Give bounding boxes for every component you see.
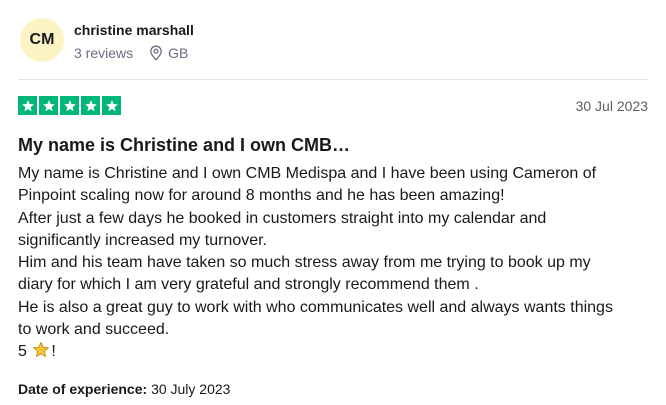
review-body-line: to work and succeed. [18, 321, 170, 339]
reviews-count: 3 reviews [74, 45, 134, 61]
review-body-line: diary for which I am very grateful and s… [18, 276, 479, 294]
star-icon [102, 96, 121, 115]
star-emoji-icon [32, 341, 50, 366]
reviewer-name[interactable]: christine marshall [74, 21, 194, 39]
experience-date: 30 July 2023 [151, 381, 231, 397]
divider [18, 79, 648, 80]
location-pin-icon [149, 45, 163, 61]
reviewer-country: GB [168, 45, 189, 61]
reviewer-meta: 3 reviews GB [74, 44, 194, 62]
review-date: 30 Jul 2023 [575, 98, 648, 114]
star-icon [81, 96, 100, 115]
review-body-line: significantly increased my turnover. [18, 231, 267, 249]
review-body: My name is Christine and I own CMB Medis… [18, 163, 648, 367]
review-closing-line: 5 ! [18, 341, 648, 366]
star-icon [39, 96, 58, 115]
review-body-line: Pinpoint scaling now for around 8 months… [18, 187, 505, 205]
star-rating [18, 96, 121, 115]
star-icon [18, 96, 37, 115]
review-body-line: Him and his team have taken so much stre… [18, 254, 591, 272]
closing-exclaim: ! [51, 343, 56, 361]
experience-label: Date of experience: [18, 381, 148, 397]
review-body-line: He is also a great guy to work with who … [18, 298, 613, 316]
review-body-line: My name is Christine and I own CMB Medis… [18, 165, 597, 182]
reviewer-header[interactable]: CM christine marshall 3 reviews GB [20, 18, 194, 62]
review-card: CM christine marshall 3 reviews GB 30 Ju… [0, 0, 666, 405]
date-of-experience: Date of experience: 30 July 2023 [18, 381, 230, 397]
closing-number: 5 [18, 343, 27, 361]
star-icon [60, 96, 79, 115]
avatar[interactable]: CM [20, 18, 64, 62]
review-title[interactable]: My name is Christine and I own CMB… [18, 134, 350, 156]
review-body-line: After just a few days he booked in custo… [18, 209, 547, 227]
reviewer-info: christine marshall 3 reviews GB [74, 18, 194, 62]
